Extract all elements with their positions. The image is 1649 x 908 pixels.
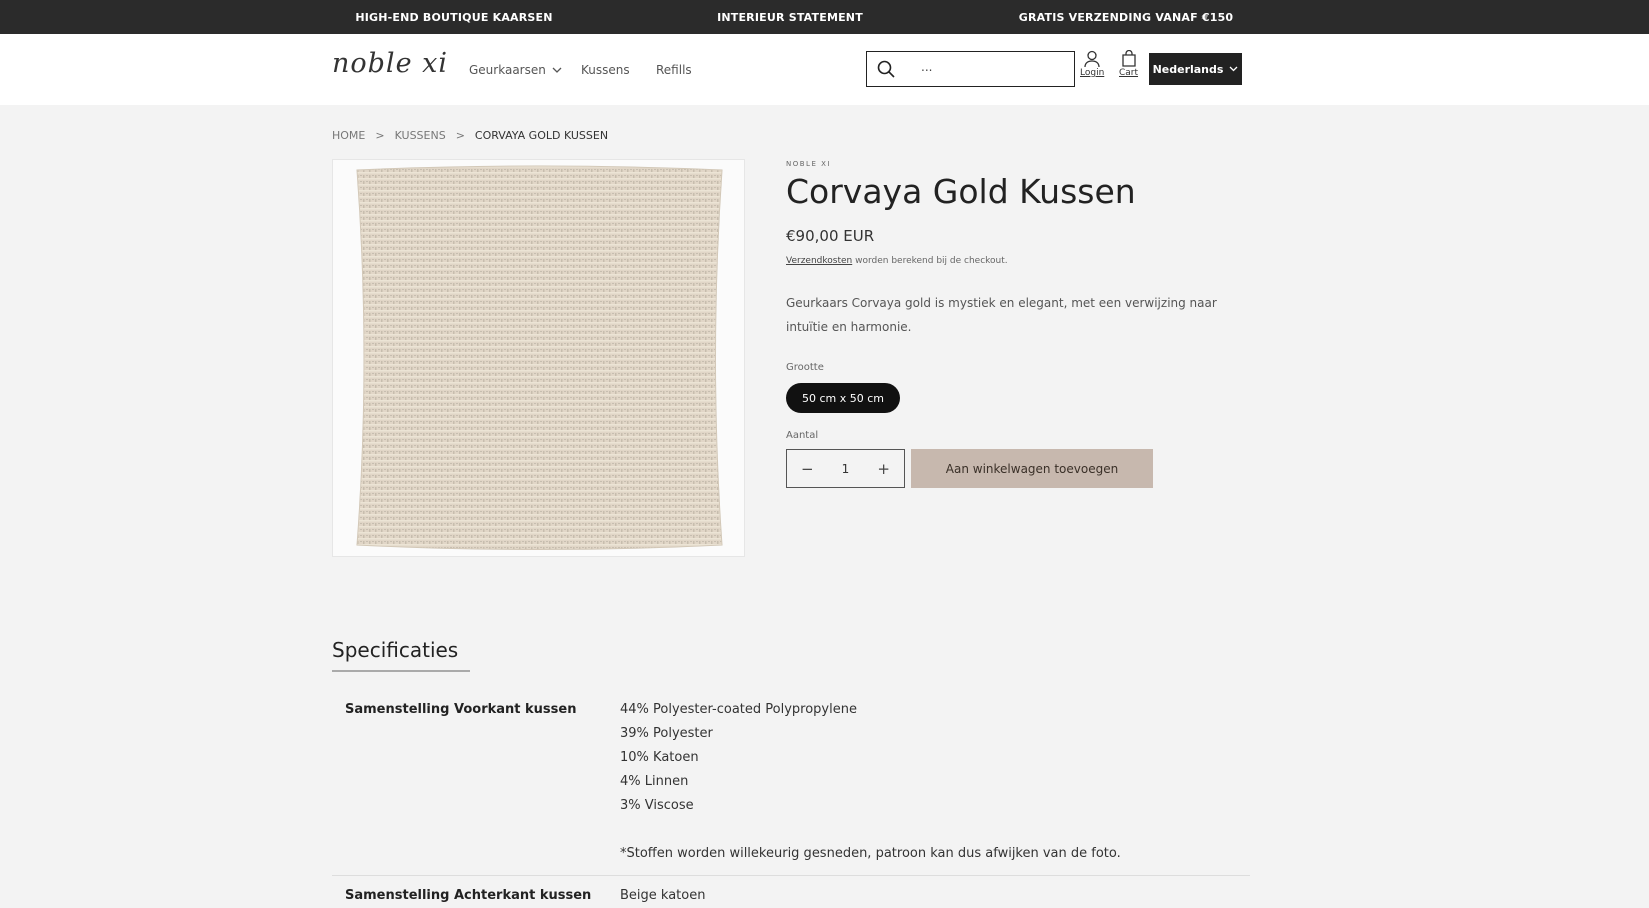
search-box: [866, 51, 1075, 87]
spec-value: 39% Polyester: [620, 726, 713, 741]
search-icon[interactable]: [877, 60, 895, 78]
product-price: €90,00 EUR: [786, 227, 875, 245]
nav-item-kussens[interactable]: Kussens: [581, 63, 630, 77]
spec-key-front: Samenstelling Voorkant kussen: [345, 702, 577, 717]
spec-key-back: Samenstelling Achterkant kussen: [345, 888, 592, 903]
breadcrumb: HOME > KUSSENS > CORVAYA GOLD KUSSEN: [332, 129, 608, 142]
specs-title: Specificaties: [332, 638, 459, 662]
cart-link[interactable]: Cart: [1119, 50, 1138, 78]
product-image[interactable]: [332, 159, 745, 557]
spec-spacer: [620, 818, 1121, 842]
increase-button[interactable]: +: [877, 460, 890, 478]
chevron-down-icon: [1229, 66, 1238, 72]
shipping-text: worden berekend bij de checkout.: [852, 256, 1008, 266]
nav-label: Kussens: [581, 63, 630, 77]
nav-label: Geurkaarsen: [469, 63, 546, 77]
decrease-button[interactable]: −: [801, 460, 814, 478]
announcement-bar: HIGH-END BOUTIQUE KAARSEN INTERIEUR STAT…: [0, 0, 1649, 34]
spec-values-back: Beige katoen: [620, 884, 705, 908]
product-description: Geurkaars Corvaya gold is mystiek en ele…: [786, 296, 1217, 334]
spec-values-front: 44% Polyester-coated Polypropylene 39% P…: [620, 698, 1121, 866]
add-to-cart-button[interactable]: Aan winkelwagen toevoegen: [911, 449, 1153, 488]
login-link[interactable]: Login: [1080, 50, 1104, 78]
cushion-image: [356, 165, 723, 550]
language-label: Nederlands: [1152, 62, 1224, 76]
spec-value: 44% Polyester-coated Polypropylene: [620, 702, 857, 717]
cart-icon: [1121, 50, 1136, 67]
chevron-down-icon: [552, 67, 562, 73]
size-label: Grootte: [786, 362, 824, 373]
shipping-note: Verzendkosten worden berekend bij de che…: [786, 256, 1008, 266]
user-icon: [1084, 50, 1100, 68]
spec-value: 10% Katoen: [620, 750, 699, 765]
product-vendor: NOBLE XI: [786, 160, 831, 168]
spec-value: Beige katoen: [620, 888, 706, 903]
product-title: Corvaya Gold Kussen: [786, 172, 1136, 211]
login-label: Login: [1080, 68, 1105, 78]
spec-value: 4% Linnen: [620, 774, 689, 789]
nav-label: Refills: [656, 63, 692, 77]
language-selector[interactable]: Nederlands: [1149, 53, 1242, 85]
spec-divider: [332, 875, 1250, 876]
announcement-1: HIGH-END BOUTIQUE KAARSEN: [355, 10, 553, 24]
announcement-3: GRATIS VERZENDING VANAF €150: [1018, 10, 1234, 24]
nav-item-geurkaarsen[interactable]: Geurkaarsen: [469, 63, 562, 77]
size-option[interactable]: 50 cm x 50 cm: [786, 383, 900, 413]
shipping-link[interactable]: Verzendkosten: [786, 256, 852, 266]
breadcrumb-separator: >: [375, 129, 385, 142]
site-header: noble xi Geurkaarsen Kussens Refills Log…: [0, 34, 1649, 105]
breadcrumb-separator: >: [455, 129, 465, 142]
spec-value: 3% Viscose: [620, 798, 694, 813]
nav-item-refills[interactable]: Refills: [656, 63, 692, 77]
search-input[interactable]: [921, 60, 1061, 74]
site-logo[interactable]: noble xi: [332, 48, 448, 79]
spec-note: *Stoffen worden willekeurig gesneden, pa…: [620, 846, 1121, 861]
cart-label: Cart: [1119, 68, 1139, 78]
quantity-stepper: − 1 +: [786, 449, 905, 488]
quantity-label: Aantal: [786, 430, 819, 441]
specs-underline: [332, 670, 470, 672]
announcement-2: INTERIEUR STATEMENT: [717, 10, 863, 24]
breadcrumb-kussens[interactable]: KUSSENS: [395, 129, 446, 142]
breadcrumb-current: CORVAYA GOLD KUSSEN: [474, 129, 609, 142]
breadcrumb-home[interactable]: HOME: [332, 129, 365, 142]
quantity-value[interactable]: 1: [842, 462, 850, 476]
